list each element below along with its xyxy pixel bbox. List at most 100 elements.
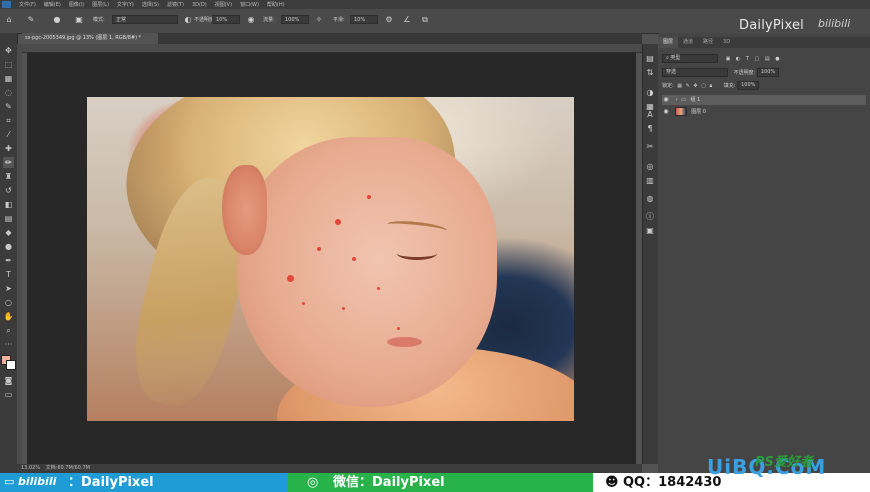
layer-name[interactable]: 图层 0 — [691, 109, 706, 115]
layer-opacity-input[interactable]: 100% — [756, 68, 780, 77]
status-zoom[interactable]: 13.02% — [21, 465, 40, 471]
crop-icon[interactable]: ⌗ — [3, 115, 14, 126]
filter-adjust-icon[interactable]: ◐ — [736, 56, 740, 62]
lock-artboard-icon[interactable]: ▢ — [701, 83, 706, 89]
layer-thumbnail — [674, 107, 687, 116]
tab-layers[interactable]: 图层 — [658, 37, 679, 48]
brush-settings-icon[interactable]: ▣ — [74, 15, 84, 25]
hand-icon[interactable]: ✋ — [3, 311, 14, 322]
artboard-icon[interactable]: ▦ — [3, 73, 14, 84]
layer-row-group[interactable]: ◉ › ▭ 组 1 — [662, 95, 866, 105]
quick-select-icon[interactable]: ✎ — [3, 101, 14, 112]
lasso-icon[interactable]: ◌ — [3, 87, 14, 98]
pressure-opacity-icon[interactable]: ◐ — [183, 15, 193, 25]
filter-shape-icon[interactable]: ▢ — [755, 56, 760, 62]
menu-edit[interactable]: 编辑(E) — [44, 1, 61, 8]
menu-layer[interactable]: 图层(L) — [92, 1, 109, 8]
filter-toggle-icon[interactable]: ● — [775, 56, 779, 62]
lock-position-icon[interactable]: ✥ — [693, 83, 697, 89]
menu-3d[interactable]: 3D(D) — [192, 2, 207, 8]
stamp-icon[interactable]: ♜ — [3, 171, 14, 182]
background-color-swatch[interactable] — [6, 360, 16, 370]
filter-type-icon[interactable]: T — [746, 56, 749, 62]
search-icon: ⌕ — [666, 55, 669, 61]
eraser-icon[interactable]: ◧ — [3, 199, 14, 210]
visibility-eye-icon[interactable]: ◉ — [662, 107, 670, 117]
gradient-icon[interactable]: ▤ — [3, 213, 14, 224]
actions-panel-icon[interactable]: ▥ — [645, 176, 655, 186]
layers-panel: 图层 通道 路径 3D ⌕ 类型 ▣ ◐ T ▢ ▤ ● 穿透 不透明度: 10… — [658, 33, 870, 473]
menu-filter[interactable]: 滤镜(T) — [167, 1, 184, 8]
pressure-size-icon[interactable]: ✧ — [314, 15, 324, 25]
acne-spot — [367, 195, 371, 199]
tool-presets-icon[interactable]: ✂ — [645, 142, 655, 152]
brush-icon[interactable]: ✏ — [3, 157, 14, 168]
blend-mode-dropdown[interactable]: 穿透 — [662, 68, 728, 77]
paragraph-panel-icon[interactable]: ¶ — [645, 124, 655, 134]
menu-image[interactable]: 图像(I) — [69, 1, 84, 8]
brush-size-icon[interactable]: ● — [52, 15, 62, 25]
type-icon[interactable]: T — [3, 269, 14, 280]
character-panel-icon[interactable]: A — [645, 110, 655, 120]
history-brush-icon[interactable]: ↺ — [3, 185, 14, 196]
lock-transparent-icon[interactable]: ▦ — [677, 83, 682, 89]
acne-spot — [397, 327, 400, 330]
document-photo[interactable] — [87, 97, 574, 421]
airbrush-icon[interactable]: ◉ — [246, 15, 256, 25]
tab-3d[interactable]: 3D — [718, 37, 735, 48]
path-select-icon[interactable]: ➤ — [3, 283, 14, 294]
info-panel-icon[interactable]: ⓘ — [645, 212, 655, 222]
angle-icon[interactable]: ∠ — [402, 15, 412, 25]
symmetry-icon[interactable]: ⧉ — [420, 15, 430, 25]
tab-channels[interactable]: 通道 — [678, 37, 698, 48]
navigator-panel-icon[interactable]: ▣ — [645, 226, 655, 236]
opacity-input[interactable]: 10% — [212, 15, 240, 24]
brush-preset-icon[interactable]: ✎ — [26, 15, 36, 25]
acne-spot — [352, 257, 356, 261]
healing-icon[interactable]: ✚ — [3, 143, 14, 154]
smoothing-options-gear-icon[interactable]: ⚙ — [384, 15, 394, 25]
more-tools-icon[interactable]: ··· — [3, 339, 14, 350]
adjustments-panel-icon[interactable]: ◑ — [645, 88, 655, 98]
layer-kind-filter[interactable]: ⌕ 类型 — [662, 54, 718, 63]
fill-label: 填充: — [723, 83, 736, 89]
history-panel-icon[interactable]: ▤ — [645, 54, 655, 64]
lock-label: 锁定: — [662, 83, 674, 89]
zoom-icon[interactable]: ⌕ — [3, 325, 14, 336]
menu-file[interactable]: 文件(F) — [19, 1, 36, 8]
blur-icon[interactable]: ◆ — [3, 227, 14, 238]
home-icon[interactable]: ⌂ — [4, 15, 14, 25]
layer-row-image[interactable]: ◉ 图层 0 — [662, 107, 866, 117]
fill-input[interactable]: 100% — [737, 81, 760, 90]
document-tab[interactable]: ss-pgc-2005349.jpg @ 13% (图层 1, RGB/8#) … — [22, 33, 158, 44]
lock-all-icon[interactable]: 🔒︎ — [710, 83, 713, 89]
layer-name[interactable]: 组 1 — [691, 97, 701, 103]
acne-spot — [317, 247, 321, 251]
move-icon[interactable]: ✥ — [3, 45, 14, 56]
menu-type[interactable]: 文字(Y) — [117, 1, 134, 8]
lock-pixels-icon[interactable]: ✎ — [686, 83, 690, 89]
eyedropper-icon[interactable]: ⁄ — [3, 129, 14, 140]
shape-icon[interactable]: ○ — [3, 297, 14, 308]
properties-panel-icon[interactable]: ⇅ — [645, 68, 655, 78]
filter-pixel-icon[interactable]: ▣ — [726, 56, 731, 62]
menu-window[interactable]: 窗口(W) — [240, 1, 259, 8]
menu-select[interactable]: 选择(S) — [142, 1, 159, 8]
filter-smart-icon[interactable]: ▤ — [765, 56, 770, 62]
screen-mode-icon[interactable]: ▭ — [3, 389, 14, 400]
mode-dropdown[interactable]: 正常 — [112, 15, 178, 24]
smooth-input[interactable]: 10% — [350, 15, 378, 24]
libraries-panel-icon[interactable]: ◍ — [645, 194, 655, 204]
flow-input[interactable]: 100% — [281, 15, 309, 24]
brush-panel-icon[interactable]: ◎ — [645, 162, 655, 172]
watermark-bilibili: bilibili — [818, 17, 851, 30]
menu-help[interactable]: 帮助(H) — [267, 1, 285, 8]
tab-paths[interactable]: 路径 — [698, 37, 718, 48]
dodge-icon[interactable]: ● — [3, 241, 14, 252]
visibility-eye-icon[interactable]: ◉ — [662, 95, 670, 105]
pen-icon[interactable]: ✒ — [3, 255, 14, 266]
quick-mask-icon[interactable]: ◙ — [3, 375, 14, 386]
marquee-icon[interactable]: ⬚ — [3, 59, 14, 70]
menu-view[interactable]: 视图(V) — [215, 1, 232, 8]
expand-chevron-icon[interactable]: › — [676, 97, 678, 103]
